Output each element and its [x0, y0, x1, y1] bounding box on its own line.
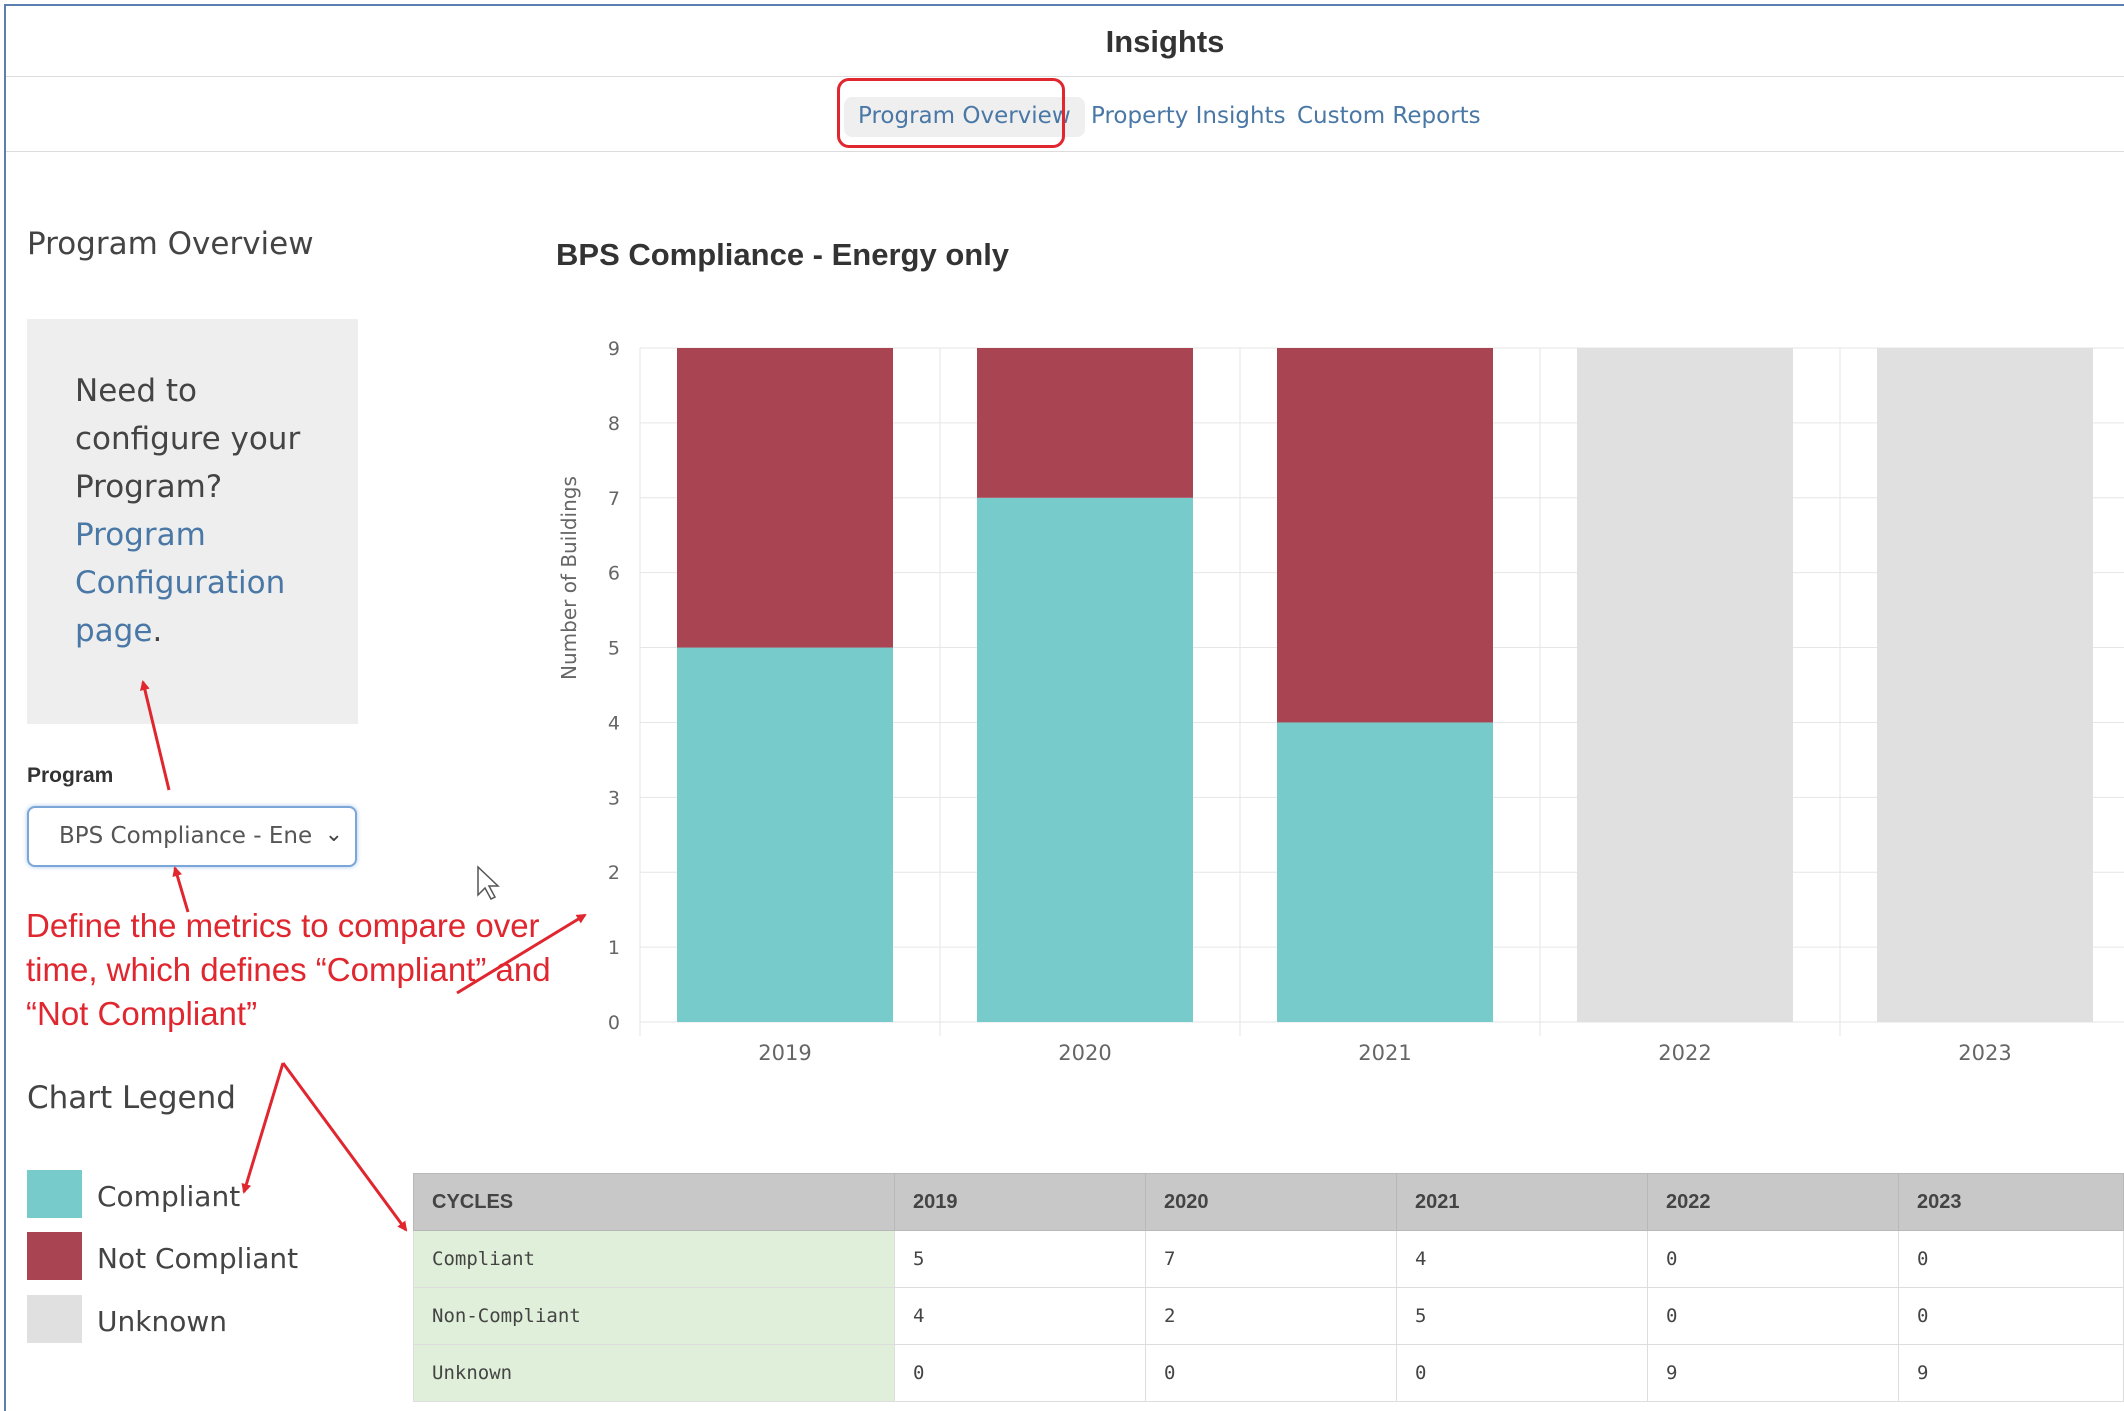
mouse-cursor-icon — [477, 865, 500, 900]
arrow-to-legend — [241, 1062, 285, 1194]
arrow-to-chart — [456, 913, 587, 995]
arrow-to-program-select — [172, 866, 190, 913]
annotation-overlay — [140, 680, 587, 1232]
arrow-to-table — [281, 1062, 408, 1232]
arrow-to-config-link — [140, 680, 171, 791]
